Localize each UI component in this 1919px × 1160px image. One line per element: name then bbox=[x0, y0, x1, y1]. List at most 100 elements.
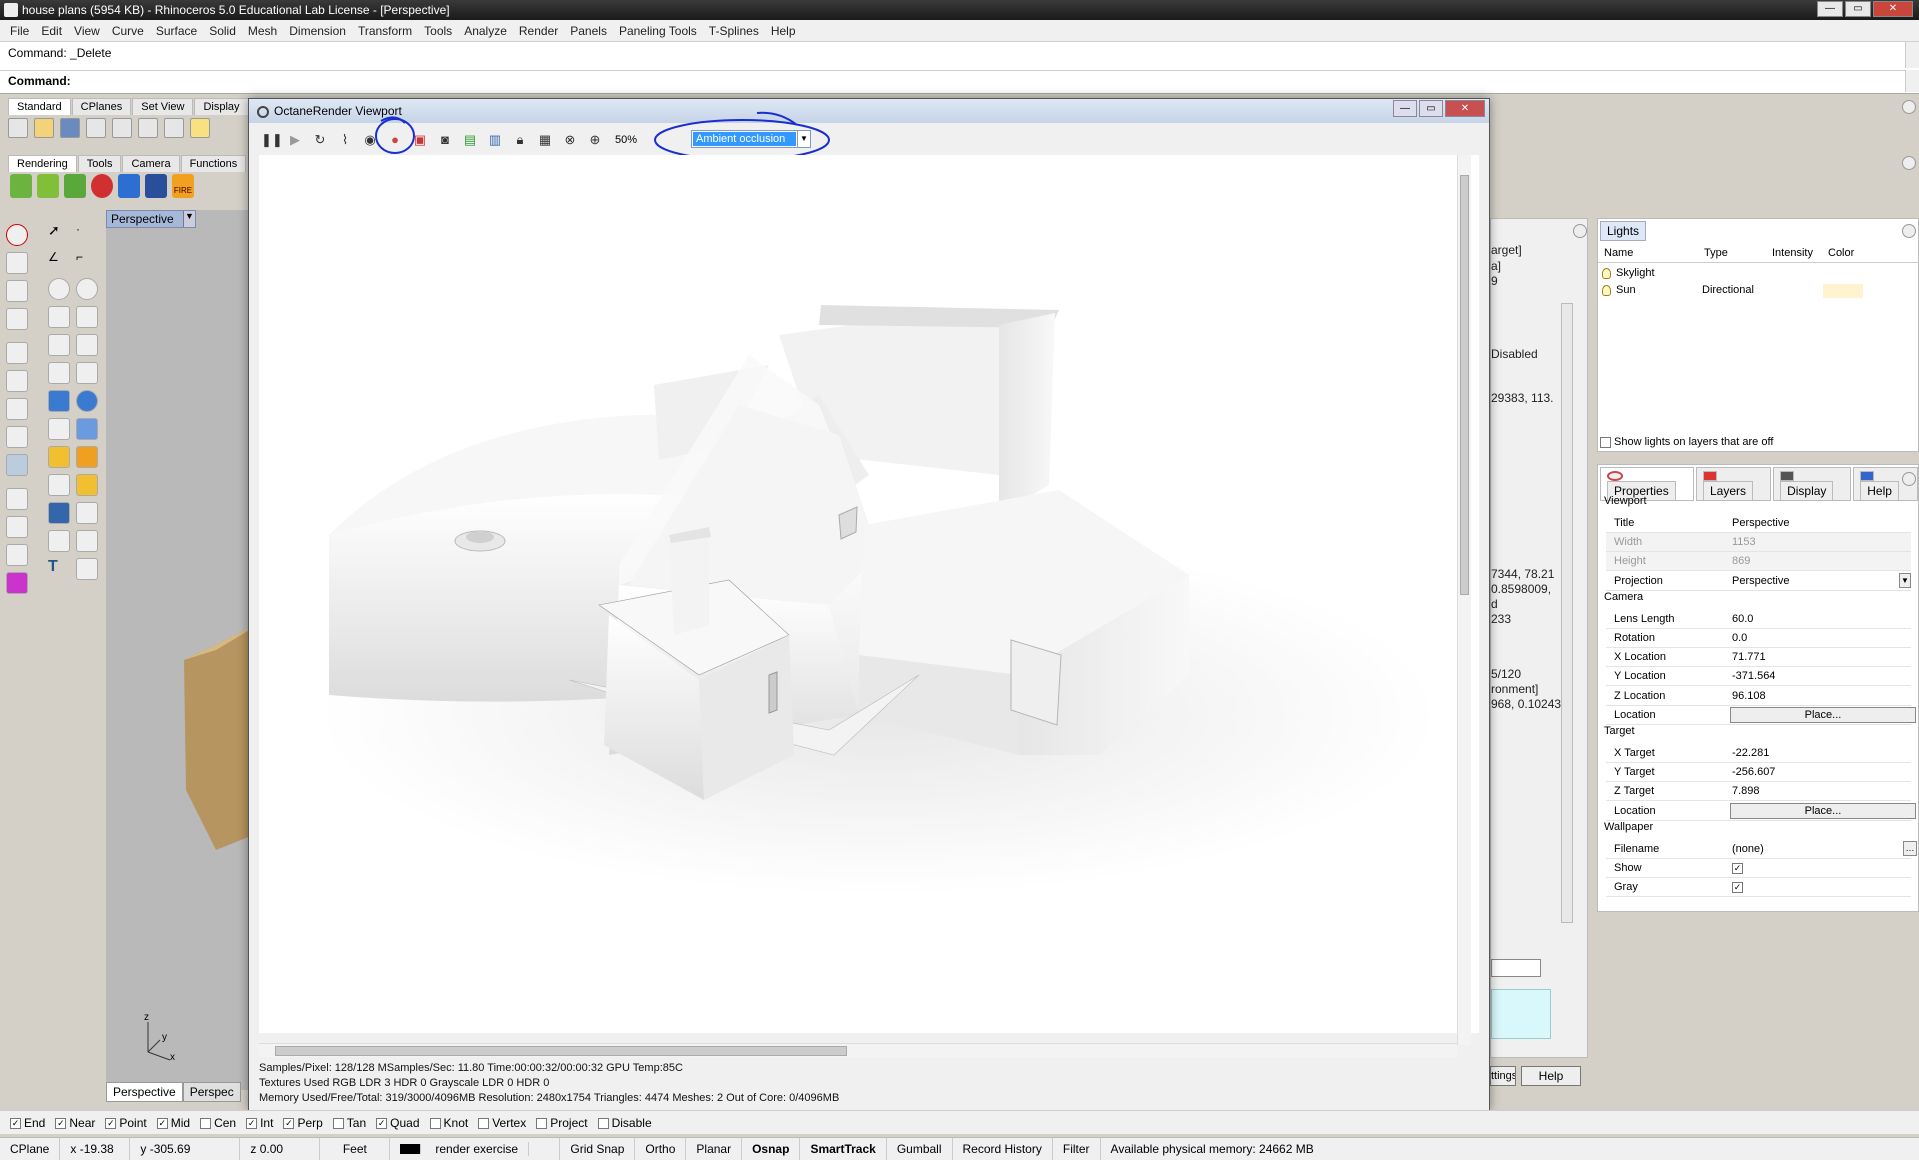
toggle-ortho[interactable]: Ortho bbox=[635, 1137, 687, 1160]
color-sphere-icon[interactable]: ● bbox=[386, 131, 404, 149]
menu-curve[interactable]: Curve bbox=[106, 24, 150, 38]
sun-color-swatch[interactable] bbox=[1823, 284, 1863, 298]
polygon-icon[interactable] bbox=[48, 334, 70, 356]
properties-gear-icon[interactable] bbox=[1902, 472, 1916, 486]
octane-render-icon[interactable] bbox=[10, 174, 32, 198]
place-button[interactable]: Place... bbox=[1730, 802, 1916, 819]
chevron-down-icon[interactable]: ▼ bbox=[797, 131, 810, 147]
stop-command-icon[interactable] bbox=[6, 224, 28, 246]
scale-icon[interactable] bbox=[76, 558, 98, 580]
image-icon[interactable]: ▥ bbox=[486, 131, 504, 149]
toggle-grid-snap[interactable]: Grid Snap bbox=[560, 1137, 636, 1160]
prop-value[interactable]: 96.108 bbox=[1732, 690, 1766, 702]
osnap-checkbox[interactable]: ✓ bbox=[246, 1117, 258, 1129]
prompt-scrollbar[interactable] bbox=[1905, 70, 1919, 92]
render-vertical-scrollbar[interactable] bbox=[1457, 155, 1471, 1045]
help-button[interactable]: Help bbox=[1521, 1066, 1581, 1086]
octane-settings-icon[interactable] bbox=[64, 174, 86, 198]
toggle-filter[interactable]: Filter bbox=[1053, 1137, 1101, 1160]
region-render-icon[interactable]: ▣ bbox=[411, 131, 429, 149]
lens-icon[interactable] bbox=[6, 488, 28, 510]
copy-icon[interactable] bbox=[164, 118, 184, 138]
prop-value[interactable]: 60.0 bbox=[1732, 613, 1753, 625]
prop-value[interactable]: 869 bbox=[1732, 555, 1750, 567]
light-row-skylight[interactable]: Skylight bbox=[1602, 267, 1655, 279]
menu-render[interactable]: Render bbox=[513, 24, 564, 38]
menu-panels[interactable]: Panels bbox=[564, 24, 613, 38]
osnap-knot[interactable]: Knot bbox=[429, 1116, 468, 1130]
prop-value[interactable]: Perspective bbox=[1732, 575, 1789, 587]
solid-box-icon[interactable] bbox=[48, 390, 70, 412]
browse-button[interactable]: … bbox=[1903, 840, 1917, 856]
surface-icon[interactable] bbox=[48, 362, 70, 384]
transform-icon[interactable] bbox=[48, 502, 70, 524]
select-arrow-icon[interactable]: ➚ bbox=[48, 222, 70, 244]
osnap-checkbox[interactable]: ✓ bbox=[376, 1117, 388, 1129]
toggle-smarttrack[interactable]: SmartTrack bbox=[800, 1137, 887, 1160]
restart-icon[interactable]: ↻ bbox=[311, 131, 329, 149]
col-type[interactable]: Type bbox=[1704, 247, 1728, 259]
command-prompt[interactable]: Command: bbox=[8, 74, 71, 88]
osnap-point[interactable]: ✓ Point bbox=[105, 1116, 147, 1130]
lock-icon[interactable]: 🔒︎ bbox=[511, 131, 529, 149]
surface-2-icon[interactable] bbox=[76, 362, 98, 384]
fire-icon[interactable]: FIRE bbox=[172, 174, 194, 198]
osnap-checkbox[interactable]: ✓ bbox=[10, 1117, 21, 1129]
osnap-mid[interactable]: ✓ Mid bbox=[156, 1116, 190, 1130]
osnap-checkbox[interactable] bbox=[597, 1117, 609, 1129]
tab-cplanes[interactable]: CPlanes bbox=[71, 98, 132, 115]
settings-button[interactable]: ttings bbox=[1490, 1066, 1516, 1086]
trim-icon[interactable] bbox=[76, 446, 98, 468]
rotate-icon[interactable] bbox=[76, 502, 98, 524]
camera-icon[interactable]: ◙ bbox=[436, 131, 454, 149]
box-view-icon[interactable] bbox=[6, 370, 28, 392]
circle-icon[interactable] bbox=[48, 278, 70, 300]
curve-cv-icon[interactable]: ⌐ bbox=[76, 250, 98, 272]
menu-help[interactable]: Help bbox=[765, 24, 802, 38]
grid-icon[interactable]: ▦ bbox=[536, 131, 554, 149]
import-icon[interactable] bbox=[112, 118, 132, 138]
tab-tools[interactable]: Tools bbox=[77, 155, 122, 172]
osnap-checkbox[interactable] bbox=[478, 1117, 490, 1129]
render-horizontal-scroll-thumb[interactable] bbox=[275, 1046, 847, 1056]
join-icon[interactable] bbox=[76, 474, 98, 496]
box-view-2-icon[interactable] bbox=[6, 398, 28, 420]
maximize-button[interactable]: ▭ bbox=[1845, 1, 1871, 17]
col-intensity[interactable]: Intensity bbox=[1772, 247, 1813, 259]
viewport-title[interactable]: Perspective ▼ bbox=[106, 210, 196, 228]
tab-rendering[interactable]: Rendering bbox=[8, 155, 77, 172]
prop-value[interactable]: 1153 bbox=[1732, 536, 1756, 548]
tab-camera[interactable]: Camera bbox=[122, 155, 180, 172]
box-view-3-icon[interactable] bbox=[6, 426, 28, 448]
osnap-perp[interactable]: ✓ Perp bbox=[283, 1116, 323, 1130]
osnap-end[interactable]: ✓ End bbox=[10, 1116, 45, 1130]
extrude-icon[interactable] bbox=[48, 418, 70, 440]
osnap-quad[interactable]: ✓ Quad bbox=[376, 1116, 420, 1130]
osnap-vertex[interactable]: Vertex bbox=[478, 1116, 526, 1130]
menu-transform[interactable]: Transform bbox=[352, 24, 418, 38]
tab-layers[interactable]: Layers bbox=[1695, 467, 1772, 501]
play-icon[interactable]: ▶ bbox=[286, 131, 304, 149]
show-lights-off-option[interactable]: Show lights on layers that are off bbox=[1600, 436, 1773, 448]
graph-icon[interactable]: ⌇ bbox=[336, 131, 354, 149]
paste-icon[interactable] bbox=[190, 118, 210, 138]
col-color[interactable]: Color bbox=[1828, 247, 1854, 259]
fillet-icon[interactable] bbox=[48, 530, 70, 552]
tab-set-view[interactable]: Set View bbox=[132, 98, 194, 115]
tab-perspective-2[interactable]: Perspec bbox=[182, 1082, 241, 1102]
zoom-icon[interactable]: ⊕ bbox=[586, 131, 604, 149]
render-mode-select[interactable]: Ambient occlusion ▼ bbox=[691, 130, 811, 148]
prop-value[interactable]: 0.0 bbox=[1732, 632, 1747, 644]
render-save-icon[interactable] bbox=[145, 174, 167, 198]
osnap-int[interactable]: ✓ Int bbox=[246, 1116, 273, 1130]
light-row-sun[interactable]: Sun Directional bbox=[1602, 284, 1754, 296]
render-s-icon[interactable] bbox=[118, 174, 140, 198]
boolean-icon[interactable] bbox=[76, 390, 98, 412]
menu-t-splines[interactable]: T-Splines bbox=[703, 24, 765, 38]
mesh-tool-icon[interactable] bbox=[6, 516, 28, 538]
octane-maximize-button[interactable]: ▭ bbox=[1419, 100, 1443, 117]
toggle-osnap[interactable]: Osnap bbox=[742, 1137, 801, 1160]
chamfer-icon[interactable] bbox=[76, 530, 98, 552]
arc-icon[interactable] bbox=[48, 306, 70, 328]
render-toolbar-gear-icon[interactable] bbox=[1902, 156, 1916, 170]
